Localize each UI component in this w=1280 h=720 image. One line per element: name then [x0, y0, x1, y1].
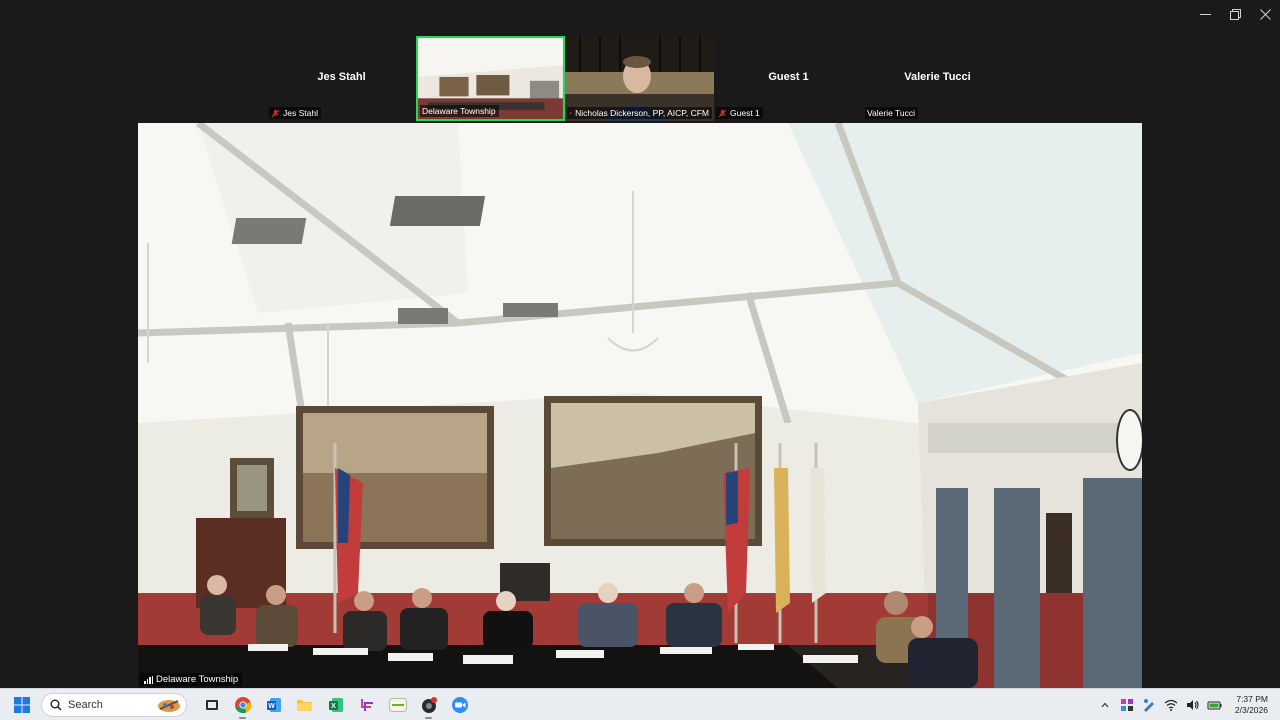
snipping-tool-icon: [360, 698, 373, 711]
taskbar-search-box[interactable]: Search: [41, 692, 187, 717]
svg-text:X: X: [331, 703, 336, 710]
volume-button[interactable]: [1185, 697, 1201, 713]
search-icon: [50, 699, 62, 711]
participant-label: Guest 1: [716, 107, 763, 119]
muted-mic-icon: [718, 109, 727, 117]
minimize-icon[interactable]: [1190, 0, 1220, 28]
task-view-icon: [205, 699, 218, 710]
participant-label-text: Jes Stahl: [283, 108, 318, 118]
recorder-button[interactable]: [414, 690, 443, 720]
tray-app-button[interactable]: [1119, 697, 1135, 713]
meeting-room-video-frame: [138, 123, 1142, 688]
recorder-icon: [421, 696, 437, 713]
participant-tile[interactable]: Nicholas Dickerson, PP, AICP, CFM: [565, 36, 714, 121]
excel-button[interactable]: X: [321, 690, 350, 720]
clock-time: 7:37 PM: [1236, 694, 1268, 704]
wifi-button[interactable]: [1163, 697, 1179, 713]
zoom-icon: [451, 696, 468, 713]
restore-icon[interactable]: [1220, 0, 1250, 28]
participant-label: Valerie Tucci: [865, 107, 919, 119]
volume-icon: [1186, 700, 1199, 710]
search-highlight-icon: [158, 699, 180, 712]
signal-bars-icon: [144, 675, 153, 684]
chevron-up-icon: [1101, 702, 1109, 708]
folder-icon: [297, 699, 312, 711]
search-placeholder: Search: [68, 698, 103, 711]
show-hidden-icons-button[interactable]: [1097, 697, 1113, 713]
participant-label-text: Nicholas Dickerson, PP, AICP, CFM: [575, 108, 709, 118]
participant-tile[interactable]: Guest 1 Guest 1: [714, 36, 863, 121]
battery-button[interactable]: [1207, 697, 1223, 713]
participant-name: Guest 1: [768, 71, 809, 83]
colorful-app-icon: [1120, 699, 1133, 711]
clock-date: 2/3/2026: [1234, 705, 1268, 715]
main-speaker-video[interactable]: Delaware Township: [138, 123, 1142, 688]
participant-tile-active[interactable]: Delaware Township: [416, 36, 565, 121]
battery-icon: [1207, 701, 1222, 710]
participant-label: Delaware Township: [420, 105, 499, 117]
main-video-label: Delaware Township: [140, 673, 243, 686]
wifi-icon: [1164, 699, 1178, 711]
start-button[interactable]: [6, 689, 38, 720]
snipping-tool-button[interactable]: [352, 690, 381, 720]
window-controls: [1190, 0, 1280, 28]
excel-icon: X: [328, 697, 343, 712]
muted-mic-icon: [271, 109, 280, 117]
tray-app-button[interactable]: [1141, 697, 1157, 713]
chrome-icon: [234, 696, 251, 713]
app-icon: [388, 697, 407, 712]
muted-mic-icon: [569, 111, 572, 115]
app-button[interactable]: [383, 690, 412, 720]
chrome-button[interactable]: [228, 690, 257, 720]
participant-strip: Jes Stahl Jes Stahl Delaware Township Ni…: [267, 36, 1012, 121]
participant-label: Nicholas Dickerson, PP, AICP, CFM: [567, 107, 712, 119]
participant-label-text: Valerie Tucci: [867, 108, 916, 118]
zoom-button[interactable]: [445, 690, 474, 720]
participant-label: Jes Stahl: [269, 107, 321, 119]
participant-tile[interactable]: Jes Stahl Jes Stahl: [267, 36, 416, 121]
participant-label-text: Guest 1: [730, 108, 760, 118]
zoom-meeting-window: Jes Stahl Jes Stahl Delaware Township Ni…: [0, 0, 1280, 720]
word-button[interactable]: W: [259, 690, 288, 720]
word-icon: W: [266, 697, 281, 712]
taskbar-apps: W X: [197, 690, 474, 720]
participant-tile[interactable]: Valerie Tucci Valerie Tucci: [863, 36, 1012, 121]
participant-name: Jes Stahl: [317, 71, 366, 83]
taskbar-clock[interactable]: 7:37 PM 2/3/2026: [1235, 694, 1268, 716]
participant-name: Valerie Tucci: [904, 71, 971, 83]
folder-button[interactable]: [290, 690, 319, 720]
system-tray: 7:37 PM 2/3/2026: [1097, 689, 1280, 720]
windows-logo-icon: [14, 696, 30, 713]
pen-icon: [1143, 699, 1154, 712]
main-video-name: Delaware Township: [156, 674, 239, 685]
file-explorer-button[interactable]: [197, 690, 226, 720]
svg-text:W: W: [268, 703, 275, 710]
close-icon[interactable]: [1250, 0, 1280, 28]
windows-taskbar: Search W X 7:37 PM 2/3/2026: [0, 688, 1280, 720]
participant-label-text: Delaware Township: [422, 106, 496, 116]
